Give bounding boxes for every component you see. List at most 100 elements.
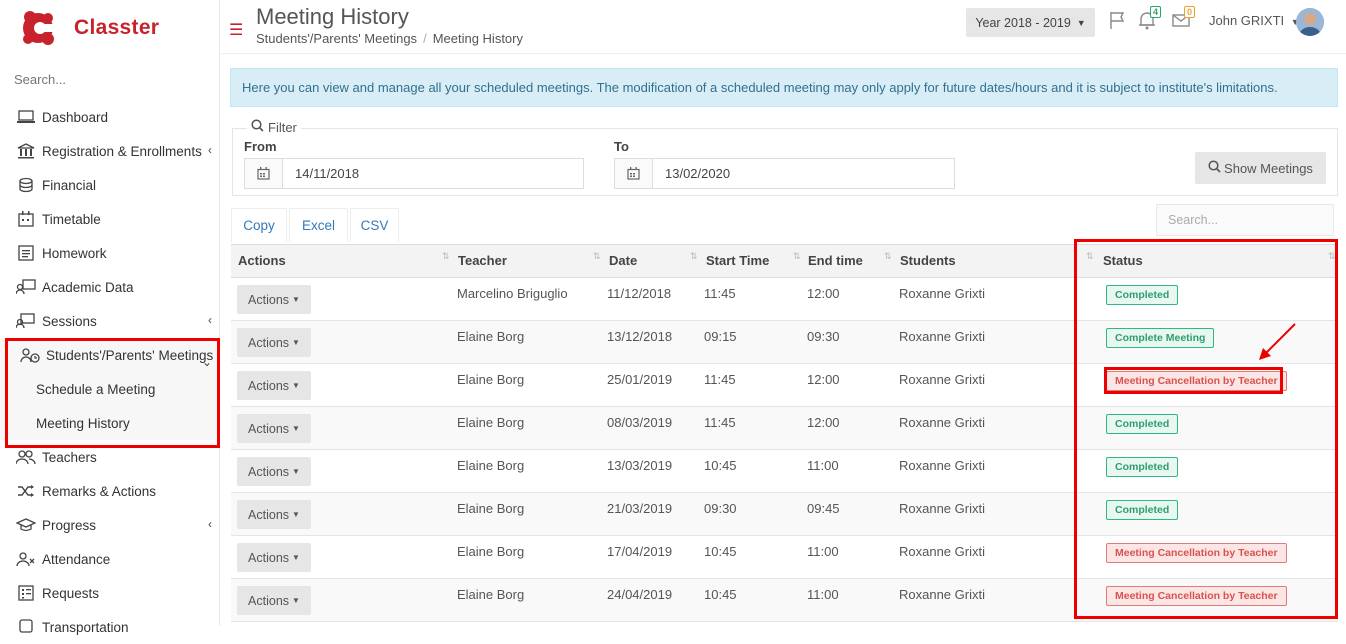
actions-label: Actions bbox=[248, 378, 290, 393]
row-actions-button[interactable]: Actions ▼ bbox=[237, 457, 311, 486]
date-cell: 13/03/2019 bbox=[607, 458, 673, 473]
chevron-left-icon: ‹ bbox=[208, 313, 212, 327]
flag-icon[interactable] bbox=[1108, 10, 1130, 32]
sort-icon[interactable]: ⇅ bbox=[1328, 251, 1336, 262]
sidebar-search-input[interactable] bbox=[14, 72, 204, 87]
status-badge: Complete Meeting bbox=[1106, 328, 1215, 348]
app-logo[interactable]: Classter bbox=[18, 8, 159, 48]
info-alert: Here you can view and manage all your sc… bbox=[230, 68, 1338, 107]
copy-button[interactable]: Copy bbox=[231, 208, 287, 242]
sidebar-item-requests[interactable]: Requests bbox=[0, 576, 220, 610]
row-actions-button[interactable]: Actions ▼ bbox=[237, 500, 311, 529]
calendar-icon[interactable] bbox=[245, 159, 283, 188]
teacher-cell: Elaine Borg bbox=[457, 458, 525, 473]
sort-icon[interactable]: ⇅ bbox=[793, 251, 801, 262]
start-time-cell: 11:45 bbox=[704, 415, 736, 430]
meetings-group: Students'/Parents' Meetings ⌄ Schedule a… bbox=[0, 338, 220, 440]
checklist-icon bbox=[16, 584, 36, 602]
sidebar-item-academic-data[interactable]: Academic Data bbox=[0, 270, 220, 304]
sessions-icon bbox=[16, 312, 36, 330]
teacher-cell: Marcelino Briguglio bbox=[457, 286, 568, 301]
info-text: Here you can view and manage all your sc… bbox=[242, 80, 1278, 95]
column-header-students[interactable]: Students bbox=[900, 253, 956, 268]
row-actions-button[interactable]: Actions ▼ bbox=[237, 586, 311, 615]
excel-button[interactable]: Excel bbox=[289, 208, 348, 242]
column-header-actions[interactable]: Actions bbox=[238, 253, 286, 268]
actions-label: Actions bbox=[248, 292, 290, 307]
sort-icon[interactable]: ⇅ bbox=[593, 251, 601, 262]
teacher-cell: Elaine Borg bbox=[457, 372, 525, 387]
status-badge: Completed bbox=[1106, 500, 1179, 520]
sidebar-item-label: Financial bbox=[42, 177, 97, 193]
from-date-field[interactable]: 14/11/2018 bbox=[244, 158, 584, 189]
students-cell: Roxanne Grixti bbox=[899, 458, 985, 473]
sidebar-item-sessions[interactable]: Sessions ‹ bbox=[0, 304, 220, 338]
chevron-down-icon: ⌄ bbox=[201, 355, 212, 369]
row-actions-button[interactable]: Actions ▼ bbox=[237, 285, 311, 314]
sidebar-item-label: Attendance bbox=[42, 551, 111, 567]
laptop-icon bbox=[16, 108, 36, 126]
end-time-cell: 11:00 bbox=[807, 458, 839, 473]
graduation-cap-icon bbox=[16, 516, 36, 534]
show-meetings-button[interactable]: Show Meetings bbox=[1195, 152, 1326, 184]
sidebar-item-label: Transportation bbox=[42, 619, 129, 635]
chart-user-icon bbox=[16, 278, 36, 296]
row-actions-button[interactable]: Actions ▼ bbox=[237, 371, 311, 400]
sidebar-search[interactable] bbox=[14, 72, 204, 87]
end-time-cell: 11:00 bbox=[807, 587, 839, 602]
students-cell: Roxanne Grixti bbox=[899, 544, 985, 559]
calendar-icon[interactable] bbox=[615, 159, 653, 188]
sidebar-item-homework[interactable]: Homework bbox=[0, 236, 220, 270]
sidebar-item-dashboard[interactable]: Dashboard bbox=[0, 100, 220, 134]
caret-down-icon: ▼ bbox=[292, 596, 300, 605]
sort-icon[interactable]: ⇅ bbox=[1086, 251, 1094, 262]
sidebar-item-timetable[interactable]: Timetable bbox=[0, 202, 220, 236]
students-cell: Roxanne Grixti bbox=[899, 501, 985, 516]
sidebar-subitem-meeting-history[interactable]: Meeting History bbox=[0, 406, 220, 440]
column-header-end-time[interactable]: End time bbox=[808, 253, 863, 268]
sidebar-item-label: Teachers bbox=[42, 449, 97, 465]
sidebar-item-remarks[interactable]: Remarks & Actions bbox=[0, 474, 220, 508]
column-header-start-time[interactable]: Start Time bbox=[706, 253, 769, 268]
sidebar-item-registration[interactable]: Registration & Enrollments ‹ bbox=[0, 134, 220, 168]
row-actions-button[interactable]: Actions ▼ bbox=[237, 328, 311, 357]
sidebar-item-label: Requests bbox=[42, 585, 100, 601]
status-badge: Meeting Cancellation by Teacher bbox=[1106, 543, 1287, 563]
sidebar-item-financial[interactable]: Financial bbox=[0, 168, 220, 202]
caret-down-icon: ▼ bbox=[292, 553, 300, 562]
teacher-cell: Elaine Borg bbox=[457, 415, 525, 430]
sidebar-item-meetings[interactable]: Students'/Parents' Meetings ⌄ bbox=[0, 338, 220, 372]
sidebar-item-progress[interactable]: Progress ‹ bbox=[0, 508, 220, 542]
students-cell: Roxanne Grixti bbox=[899, 329, 985, 344]
column-header-date[interactable]: Date bbox=[609, 253, 637, 268]
breadcrumb-item[interactable]: Students'/Parents' Meetings bbox=[256, 31, 417, 46]
to-date-field[interactable]: 13/02/2020 bbox=[614, 158, 955, 189]
sidebar-item-attendance[interactable]: Attendance bbox=[0, 542, 220, 576]
sidebar-item-teachers[interactable]: Teachers bbox=[0, 440, 220, 474]
user-menu[interactable]: John GRIXTI ▼ bbox=[1209, 13, 1300, 28]
hamburger-icon[interactable]: ☰ bbox=[229, 20, 243, 40]
sort-icon[interactable]: ⇅ bbox=[442, 251, 450, 262]
sidebar-item-label: Sessions bbox=[42, 313, 97, 329]
column-header-status[interactable]: Status bbox=[1103, 253, 1143, 268]
sidebar-subitem-schedule-meeting[interactable]: Schedule a Meeting bbox=[0, 372, 220, 406]
app-name: Classter bbox=[74, 16, 160, 39]
sidebar-item-transportation[interactable]: Transportation bbox=[0, 610, 220, 644]
year-select[interactable]: Year 2018 - 2019 ▼ bbox=[966, 8, 1095, 37]
sidebar-item-label: Progress bbox=[42, 517, 97, 533]
row-actions-button[interactable]: Actions ▼ bbox=[237, 543, 311, 572]
avatar[interactable] bbox=[1296, 8, 1324, 36]
bell-icon[interactable]: 4 bbox=[1137, 6, 1162, 32]
filter-label: Filter bbox=[268, 119, 297, 135]
row-actions-button[interactable]: Actions ▼ bbox=[237, 414, 311, 443]
caret-down-icon: ▼ bbox=[1076, 17, 1086, 28]
csv-button[interactable]: CSV bbox=[350, 208, 399, 242]
envelope-icon[interactable]: 0 bbox=[1171, 6, 1196, 32]
sort-icon[interactable]: ⇅ bbox=[884, 251, 892, 262]
search-icon bbox=[251, 119, 264, 135]
column-header-teacher[interactable]: Teacher bbox=[458, 253, 507, 268]
messages-badge: 0 bbox=[1184, 6, 1196, 18]
sort-icon[interactable]: ⇅ bbox=[690, 251, 698, 262]
table-search-input[interactable]: Search... bbox=[1156, 204, 1334, 236]
start-time-cell: 09:15 bbox=[704, 329, 737, 344]
